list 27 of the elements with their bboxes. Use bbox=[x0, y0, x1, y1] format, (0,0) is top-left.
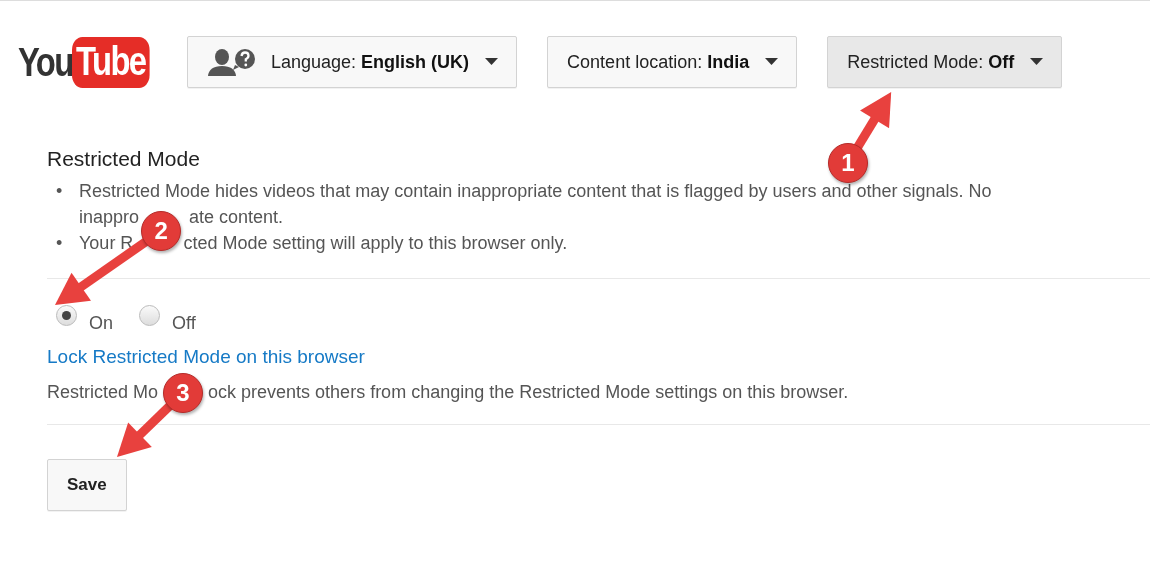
logo-text: You bbox=[18, 41, 73, 83]
dropdown-button[interactable]: Content location: India bbox=[547, 36, 798, 88]
bullet-text: inappro bbox=[79, 206, 140, 229]
dropdown-button[interactable]: Language: English (UK) bbox=[187, 36, 518, 88]
annotation-arrow bbox=[117, 402, 174, 457]
caret-icon bbox=[485, 58, 499, 66]
lock-link[interactable]: Lock Restricted Mode on this browser bbox=[47, 345, 365, 369]
save-button[interactable]: Save bbox=[47, 459, 127, 511]
bullet-text: Restricted Mode hides videos that may contain inappropriate content that is flagged by users and other signals. No bbox=[79, 180, 992, 203]
user-question-icon bbox=[207, 48, 257, 76]
caret-icon bbox=[765, 58, 779, 66]
bullet-mark: • bbox=[56, 232, 64, 255]
annotation-arrow bbox=[853, 92, 892, 150]
dropdown-button[interactable]: Restricted Mode: Off bbox=[827, 36, 1063, 88]
section-title: Restricted Mode bbox=[47, 146, 200, 172]
step-badge: 3 bbox=[163, 373, 204, 413]
logo-badge: Tube bbox=[72, 36, 150, 88]
step-badge: 2 bbox=[141, 211, 182, 251]
bullet-mark: • bbox=[56, 180, 64, 203]
caret-icon bbox=[1030, 58, 1044, 66]
radio-option[interactable]: On bbox=[56, 305, 113, 334]
step-badge: 1 bbox=[828, 143, 868, 183]
lock-description: Restricted Mo bbox=[47, 381, 159, 404]
bullet-text: cted Mode setting will apply to this browser only. bbox=[183, 232, 568, 255]
bullet-text: ate content. bbox=[189, 206, 284, 229]
radio-option[interactable]: Off bbox=[139, 305, 196, 334]
lock-description: ock prevents others from changing the Restricted Mode settings on this browser. bbox=[208, 381, 849, 404]
